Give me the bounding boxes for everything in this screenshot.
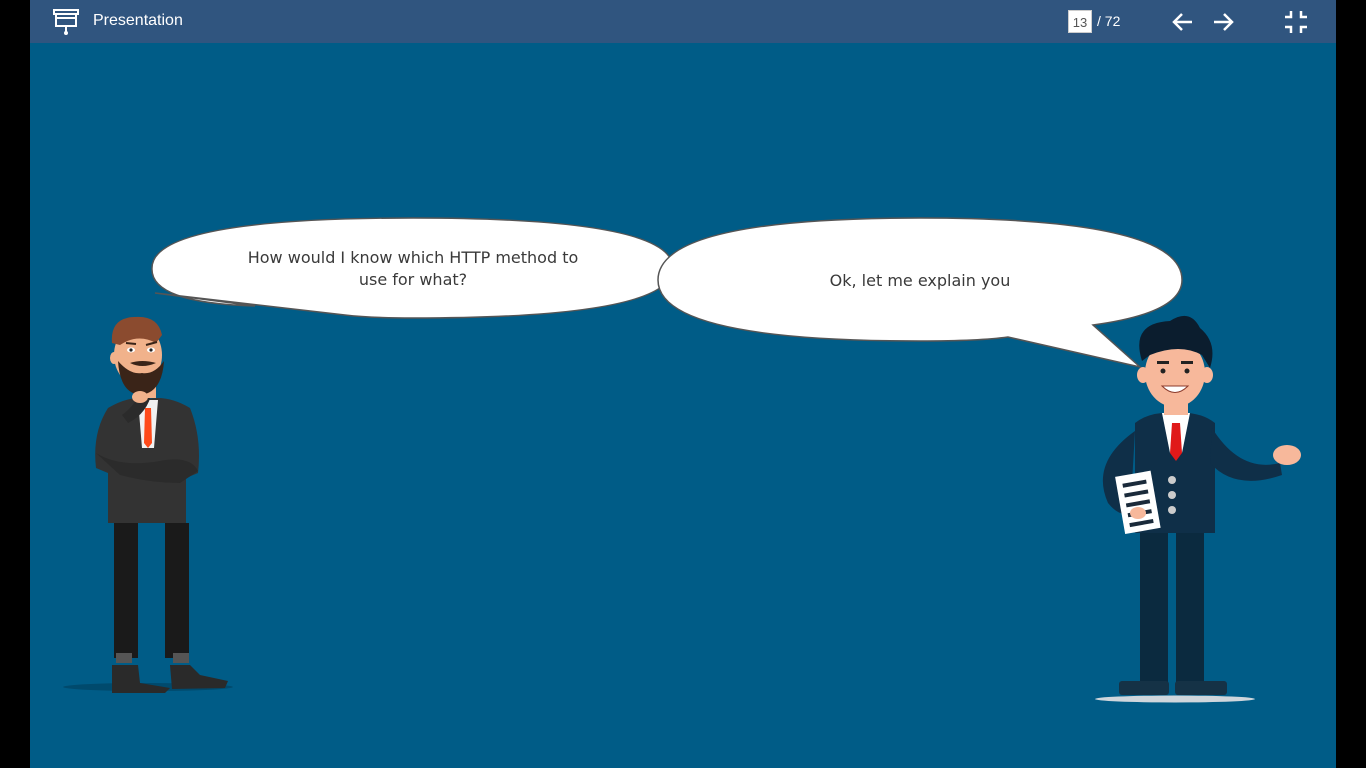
top-toolbar: Presentation 13 / 72 [30,0,1336,43]
thinking-man-illustration [63,316,233,693]
arrow-right-icon[interactable] [1210,9,1236,35]
arrow-left-icon[interactable] [1170,9,1196,35]
speech-bubble-left: How would I know which HTTP method to us… [151,217,674,319]
presentation-icon [53,9,79,35]
presenter-man-illustration [1095,315,1301,703]
app-title: Presentation [93,12,183,29]
exit-fullscreen-icon[interactable] [1283,9,1309,35]
speech-bubble-right: Ok, let me explain you [657,217,1183,369]
bubble-right-text: Ok, let me explain you [830,271,1011,290]
page-number-input[interactable]: 13 [1068,10,1092,33]
bubble-left-line2: use for what? [359,270,467,289]
page-total: / 72 [1097,13,1121,29]
presentation-frame: Presentation 13 / 72 How would I know wh… [30,0,1336,768]
slide-canvas: How would I know which HTTP method to us… [63,217,1301,703]
bubble-left-line1: How would I know which HTTP method to [248,248,579,267]
